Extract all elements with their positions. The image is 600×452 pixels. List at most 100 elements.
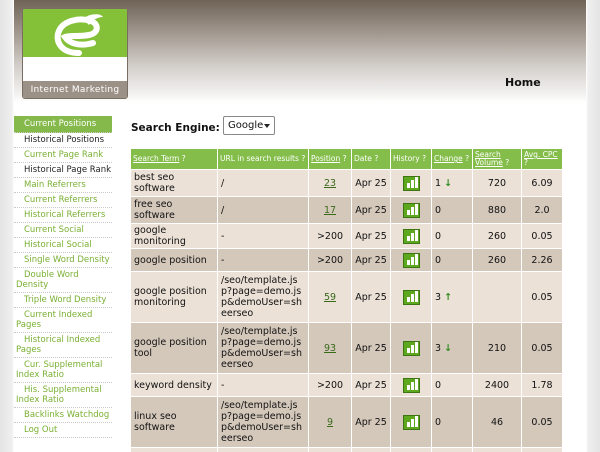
sidebar-item-current-referrers[interactable]: Current Referrers — [14, 193, 112, 208]
cell-history — [391, 374, 431, 396]
table-row: google position tool/seo/template.jsp?pa… — [131, 323, 562, 373]
cell-search-volume: 210 — [473, 323, 521, 373]
history-chart-icon[interactable] — [402, 340, 420, 356]
cell-position: 17 — [309, 197, 351, 223]
history-chart-icon[interactable] — [402, 377, 420, 393]
sidebar-item-current-indexed-pages[interactable]: Current Indexed Pages — [14, 308, 112, 333]
position-link[interactable]: 93 — [324, 343, 336, 354]
sidebar-item-triple-word-density[interactable]: Triple Word Density — [14, 293, 112, 308]
table-row: best seo software / 23 Apr 25 1 ↓ 720 6.09 — [131, 170, 562, 196]
column-header-search-term[interactable]: Search Term ? — [131, 149, 217, 169]
cell-position: 9 — [309, 397, 351, 447]
history-chart-icon[interactable] — [402, 175, 420, 191]
change-value: 3 — [435, 342, 442, 354]
cell-position: 23 — [309, 170, 351, 196]
sidebar-item-current-social[interactable]: Current Social — [14, 223, 112, 238]
cell-search-volume: 46 — [473, 397, 521, 447]
help-icon[interactable]: ? — [374, 154, 378, 163]
home-link[interactable]: Home — [505, 76, 541, 89]
change-value: 3 — [435, 291, 442, 303]
rankings-table-body: best seo software / 23 Apr 25 1 ↓ 720 6.09 free… — [131, 170, 562, 452]
history-chart-icon[interactable] — [402, 289, 420, 305]
sidebar-item-historical-page-rank[interactable]: Historical Page Rank — [14, 163, 112, 178]
history-chart-icon[interactable] — [402, 202, 420, 218]
cell-history — [391, 170, 431, 196]
url-text: /seo/template.jsp?page=demo.jsp&demoUser… — [221, 275, 302, 319]
help-icon[interactable]: ? — [465, 154, 469, 163]
avg-cpc-text: 6.09 — [531, 177, 553, 189]
change-value: 0 — [435, 379, 442, 391]
table-row: linux seo software/seo/template.jsp?page… — [131, 397, 562, 447]
cell-url: / — [218, 170, 308, 196]
sidebar-item-current-page-rank[interactable]: Current Page Rank — [14, 148, 112, 163]
table-header-row: Search Term ? URL in search results ? Po… — [131, 149, 562, 169]
cell-search-volume: 260 — [473, 249, 521, 271]
table-row: google position - >200 Apr 25 0 260 2.26 — [131, 249, 562, 271]
cell-history — [391, 323, 431, 373]
search-volume-text: 720 — [487, 177, 507, 189]
column-header-search-volume[interactable]: Search Volume ? — [473, 149, 521, 169]
position-link[interactable]: 17 — [324, 205, 336, 216]
search-term-text: best seo software — [134, 172, 175, 194]
search-engine-select[interactable]: Google — [223, 116, 275, 135]
cell-date: Apr 25 — [352, 170, 390, 196]
cell-avg-cpc: 0.05 — [522, 272, 562, 322]
sidebar-item-historical-indexed-pages[interactable]: Historical Indexed Pages — [14, 333, 112, 358]
cell-avg-cpc: 0.05 — [522, 397, 562, 447]
search-engine-label: Search Engine: — [131, 122, 220, 134]
help-icon[interactable]: ? — [505, 158, 509, 167]
search-engine-row: Search Engine: Google — [130, 114, 430, 135]
history-chart-icon[interactable] — [402, 252, 420, 268]
help-icon[interactable]: ? — [422, 154, 426, 163]
url-text: / — [221, 204, 225, 216]
table-row: mac seo — [131, 448, 562, 452]
header-label: Change — [434, 154, 463, 163]
column-header-avg-cpc[interactable]: Avg. CPC ? — [522, 149, 562, 169]
sidebar-item-single-word-density[interactable]: Single Word Density — [14, 253, 112, 268]
history-chart-icon[interactable] — [402, 228, 420, 244]
help-icon[interactable]: ? — [524, 158, 528, 167]
cell-history — [391, 448, 431, 452]
column-header-date: Date ? — [352, 149, 390, 169]
history-chart-icon[interactable] — [402, 414, 420, 430]
sidebar-item-double-word-density[interactable]: Double Word Density — [14, 268, 112, 293]
avg-cpc-text: 0.05 — [531, 416, 553, 428]
sidebar-item-log-out[interactable]: Log Out — [14, 423, 112, 438]
sidebar-item-current-positions[interactable]: Current Positions — [14, 116, 112, 133]
avg-cpc-text: 2.26 — [531, 254, 553, 266]
sidebar-item-historical-referrers[interactable]: Historical Referrers — [14, 208, 112, 223]
position-text: >200 — [316, 230, 344, 242]
table-row: google monitoring - >200 Apr 25 0 260 0.05 — [131, 224, 562, 248]
position-link[interactable]: 9 — [327, 417, 333, 428]
cell-history — [391, 197, 431, 223]
cell-avg-cpc: 2.26 — [522, 249, 562, 271]
sidebar-item-backlinks-watchdog[interactable]: Backlinks Watchdog — [14, 408, 112, 423]
cell-history — [391, 272, 431, 322]
position-link[interactable]: 59 — [324, 292, 336, 303]
help-icon[interactable]: ? — [182, 154, 186, 163]
position-link[interactable]: 23 — [324, 178, 336, 189]
logo[interactable]: Internet Marketing — [22, 8, 128, 99]
help-icon[interactable]: ? — [343, 154, 347, 163]
rankings-table: Search Term ? URL in search results ? Po… — [130, 148, 563, 452]
cell-avg-cpc: 0.05 — [522, 224, 562, 248]
cell-avg-cpc: 0.05 — [522, 323, 562, 373]
cell-change: 0 — [432, 397, 472, 447]
header-label: URL in search results — [220, 154, 299, 163]
sidebar-item-cur-supplemental-index-ratio[interactable]: Cur. Supplemental Index Ratio — [14, 358, 112, 383]
sidebar-item-main-referrers[interactable]: Main Referrers — [14, 178, 112, 193]
help-icon[interactable]: ? — [301, 154, 305, 163]
column-header-change[interactable]: Change ? — [432, 149, 472, 169]
sidebar-item-historical-positions[interactable]: Historical Positions — [14, 133, 112, 148]
cell-position: >200 — [309, 374, 351, 396]
page: Internet Marketing Home Current Position… — [14, 0, 586, 452]
column-header-position[interactable]: Position ? — [309, 149, 351, 169]
cell-position: 93 — [309, 323, 351, 373]
logo-text: Internet Marketing — [23, 81, 127, 98]
sidebar-item-historical-social[interactable]: Historical Social — [14, 238, 112, 253]
header-label: Position — [311, 154, 341, 163]
sidebar-item-his-supplemental-index-ratio[interactable]: His. Supplemental Index Ratio — [14, 383, 112, 408]
search-volume-text: 260 — [487, 254, 507, 266]
header-label: History — [393, 154, 420, 163]
url-text: - — [221, 254, 225, 266]
